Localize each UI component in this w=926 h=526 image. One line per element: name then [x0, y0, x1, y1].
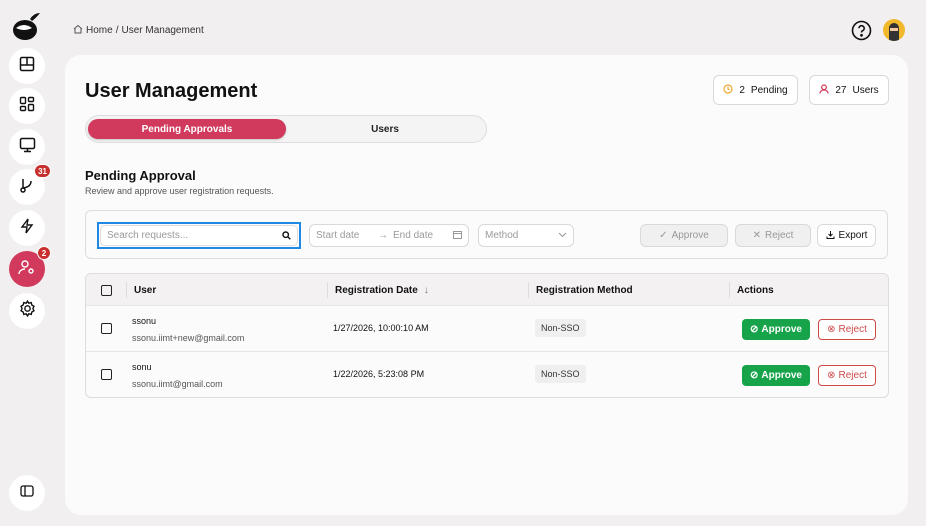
method-badge: Non-SSO [535, 319, 586, 337]
row-checkbox[interactable] [101, 323, 112, 334]
reject-label: Reject [838, 370, 867, 381]
breadcrumb-home[interactable]: Home [86, 25, 113, 36]
logo [12, 10, 42, 47]
users-count: 27 [835, 84, 847, 96]
breadcrumb-separator: / [115, 25, 119, 36]
bulk-reject-button[interactable]: ✕ Reject [735, 224, 811, 247]
approve-button[interactable]: ⊘ Approve [742, 319, 810, 340]
avatar[interactable] [883, 19, 905, 41]
git-badge: 31 [34, 164, 51, 178]
search-icon [282, 227, 291, 245]
arrow-right-icon: → [378, 230, 388, 241]
x-circle-icon: ⊗ [827, 324, 836, 335]
sidebar-panel-icon [20, 484, 34, 502]
end-date-input[interactable]: End date [393, 230, 453, 241]
header-actions: Actions [737, 284, 774, 296]
help-icon [851, 20, 872, 45]
search-input[interactable]: Search requests... [107, 230, 188, 241]
grid-icon [19, 96, 35, 117]
sidebar-item-monitor[interactable] [9, 129, 45, 165]
search-field[interactable]: Search requests... [97, 222, 301, 249]
calendar-icon [453, 230, 462, 242]
sidebar-item-git[interactable]: 31 [9, 164, 51, 205]
sidebar-item-apps[interactable] [9, 88, 45, 124]
method-badge: Non-SSO [535, 365, 586, 383]
arrow-down-icon: ↓ [423, 284, 429, 296]
monitor-icon [19, 137, 36, 158]
sidebar-item-automation[interactable] [9, 210, 45, 246]
method-placeholder: Method [485, 230, 519, 241]
date-range-picker[interactable]: Start date → End date [309, 224, 469, 247]
tab-bar: Pending Approvals Users [85, 115, 487, 143]
pending-count: 2 [739, 84, 745, 96]
filter-bar: Search requests... Start date → End date… [85, 210, 888, 259]
requests-table: User Registration Date ↓ Registration Met… [85, 273, 889, 398]
users-badge: 2 [37, 246, 51, 260]
header-registration-method[interactable]: Registration Method [536, 274, 633, 306]
check-icon: ✓ [659, 230, 668, 241]
header-date-label: Registration Date [335, 284, 418, 296]
user-icon [819, 83, 829, 97]
gear-icon [19, 299, 36, 322]
user-gear-icon [18, 259, 36, 280]
sidebar-item-dashboard[interactable] [9, 48, 45, 84]
table-header: User Registration Date ↓ Registration Met… [86, 274, 888, 306]
export-label: Export [838, 230, 868, 241]
user-email: ssonu.iimt+new@gmail.com [132, 333, 245, 343]
approve-button[interactable]: ⊘ Approve [742, 365, 810, 386]
pending-stat[interactable]: 2 Pending [713, 75, 798, 105]
table-row: ssonu ssonu.iimt+new@gmail.com 1/27/2026… [86, 305, 888, 351]
header-user[interactable]: User [134, 274, 156, 306]
approve-label: Approve [761, 370, 802, 381]
registration-date: 1/22/2026, 5:23:08 PM [333, 369, 425, 379]
help-button[interactable] [851, 20, 872, 46]
users-stat[interactable]: 27 Users [809, 75, 889, 105]
pending-label: Pending [750, 84, 788, 96]
users-label: Users [852, 84, 879, 96]
reject-button[interactable]: ⊗ Reject [818, 319, 876, 340]
lightning-icon [19, 218, 35, 239]
sidebar-item-user-management[interactable]: 2 [9, 246, 51, 287]
tab-pending-approvals[interactable]: Pending Approvals [88, 119, 286, 139]
registration-date: 1/27/2026, 10:00:10 AM [333, 323, 429, 333]
home-icon [73, 24, 83, 37]
page-title: User Management [85, 80, 258, 102]
user-name: sonu [132, 362, 152, 372]
user-email: ssonu.iimt@gmail.com [132, 379, 223, 389]
x-circle-icon: ⊗ [827, 370, 836, 381]
start-date-input[interactable]: Start date [316, 230, 378, 241]
sidebar: 31 2 [0, 0, 54, 526]
section-subtitle: Review and approve user registration req… [85, 186, 274, 196]
reject-label: Reject [838, 324, 867, 335]
export-button[interactable]: Export [817, 224, 876, 247]
download-icon [826, 230, 835, 242]
user-name: ssonu [132, 316, 157, 326]
bulk-approve-button[interactable]: ✓ Approve [640, 224, 728, 247]
clock-icon [723, 83, 733, 97]
layout-icon [19, 56, 35, 77]
header-registration-date[interactable]: Registration Date ↓ [335, 274, 429, 306]
tab-users[interactable]: Users [286, 119, 484, 139]
check-circle-icon: ⊘ [750, 324, 759, 335]
bulk-reject-label: Reject [765, 230, 794, 241]
table-row: sonu ssonu.iimt@gmail.com 1/22/2026, 5:2… [86, 351, 888, 397]
row-checkbox[interactable] [101, 369, 112, 380]
sidebar-item-settings[interactable] [9, 293, 45, 329]
main-card: User Management 2 Pending 27 Users Pending… [65, 55, 908, 515]
section-title: Pending Approval [85, 168, 196, 183]
approve-label: Approve [761, 324, 802, 335]
git-branch-icon [19, 177, 35, 198]
bulk-approve-label: Approve [671, 230, 709, 241]
chevron-down-icon [558, 230, 567, 241]
sidebar-toggle-button[interactable] [9, 475, 45, 511]
reject-button[interactable]: ⊗ Reject [818, 365, 876, 386]
breadcrumb: Home / User Management [73, 24, 204, 37]
breadcrumb-current: User Management [121, 25, 204, 36]
select-all-checkbox[interactable] [101, 285, 112, 296]
check-circle-icon: ⊘ [750, 370, 759, 381]
method-select[interactable]: Method [478, 224, 574, 247]
x-icon: ✕ [752, 230, 762, 241]
